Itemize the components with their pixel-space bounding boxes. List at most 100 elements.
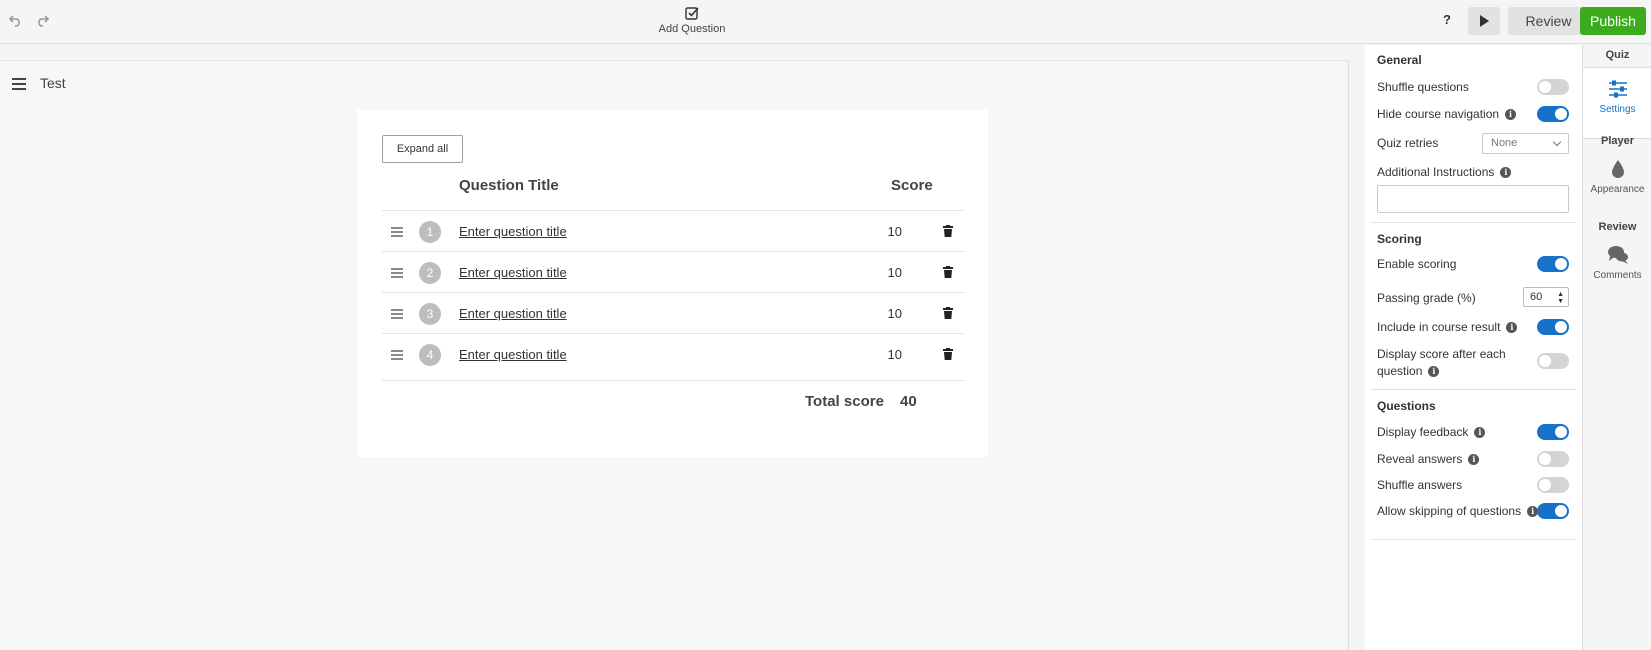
shuffle-answers-toggle[interactable]: [1537, 477, 1569, 493]
display-score-label-line1: Display score after each: [1377, 347, 1506, 361]
passing-grade-stepper[interactable]: 60 ▲ ▼: [1523, 287, 1569, 307]
drag-handle-icon[interactable]: [391, 309, 403, 319]
display-score-label-line2: question: [1377, 364, 1423, 378]
review-tab-heading: Review: [1598, 221, 1637, 233]
question-row: 3 Enter question title 10: [382, 292, 964, 334]
general-heading: General: [1377, 53, 1422, 67]
additional-instructions-row: Additional Instructions i: [1377, 165, 1512, 179]
question-number: 1: [419, 221, 441, 243]
publish-button[interactable]: Publish: [1580, 7, 1646, 35]
quiz-retries-label: Quiz retries: [1377, 136, 1439, 150]
stepper-down-icon[interactable]: ▼: [1557, 298, 1564, 305]
divider: [1371, 539, 1576, 540]
hide-navigation-toggle[interactable]: [1537, 106, 1569, 122]
hide-navigation-row: Hide course navigation i: [1377, 107, 1517, 121]
total-divider: [382, 380, 964, 381]
allow-skipping-label: Allow skipping of questions: [1377, 504, 1522, 518]
passing-grade-label: Passing grade (%): [1377, 291, 1476, 305]
include-result-toggle[interactable]: [1537, 319, 1569, 335]
review-button[interactable]: Review: [1508, 7, 1589, 35]
display-feedback-toggle[interactable]: [1537, 424, 1569, 440]
question-score: 10: [887, 347, 902, 362]
shuffle-questions-toggle[interactable]: [1537, 79, 1569, 95]
reveal-answers-row: Reveal answers i: [1377, 452, 1480, 466]
question-row: 4 Enter question title 10: [382, 333, 964, 375]
additional-instructions-input[interactable]: [1377, 185, 1569, 213]
trash-icon[interactable]: [943, 225, 953, 237]
sliders-icon: [1609, 80, 1627, 98]
reveal-answers-label: Reveal answers: [1377, 452, 1463, 466]
include-result-row: Include in course result i: [1377, 320, 1518, 334]
info-icon[interactable]: i: [1505, 109, 1517, 121]
divider: [1371, 389, 1576, 390]
drag-handle-icon[interactable]: [391, 227, 403, 237]
question-number: 2: [419, 262, 441, 284]
player-tab-heading: Player: [1600, 135, 1635, 147]
reveal-answers-toggle[interactable]: [1537, 451, 1569, 467]
info-icon[interactable]: i: [1500, 167, 1512, 179]
questions-heading: Questions: [1377, 399, 1436, 413]
shuffle-questions-label: Shuffle questions: [1377, 80, 1469, 94]
stepper-up-icon[interactable]: ▲: [1557, 291, 1564, 298]
appearance-tab-label: Appearance: [1590, 184, 1645, 195]
hamburger-icon[interactable]: [12, 78, 26, 90]
question-list-card: Expand all Question Title Score 1 Enter …: [357, 110, 988, 457]
add-question-label: Add Question: [658, 23, 726, 35]
drag-handle-icon[interactable]: [391, 350, 403, 360]
tab-appearance[interactable]: Appearance: [1583, 148, 1651, 218]
display-feedback-row: Display feedback i: [1377, 425, 1486, 439]
quiz-title: Test: [40, 75, 66, 91]
total-score-value: 40: [900, 393, 917, 410]
help-button[interactable]: ?: [1443, 12, 1451, 27]
question-title-link[interactable]: Enter question title: [459, 306, 567, 321]
additional-instructions-label: Additional Instructions: [1377, 165, 1495, 179]
question-title-link[interactable]: Enter question title: [459, 224, 567, 239]
checkbox-icon: [685, 7, 699, 20]
tab-comments[interactable]: Comments: [1583, 234, 1651, 304]
side-tab-bar: Quiz Settings Player Appearance Review C…: [1582, 45, 1651, 650]
trash-icon[interactable]: [943, 307, 953, 319]
score-header: Score: [891, 177, 933, 194]
allow-skipping-row: Allow skipping of questions i: [1377, 504, 1539, 518]
droplet-icon: [1612, 160, 1624, 178]
quiz-retries-select[interactable]: None: [1482, 133, 1569, 154]
scoring-heading: Scoring: [1377, 232, 1422, 246]
expand-all-button[interactable]: Expand all: [382, 135, 463, 163]
shuffle-answers-label: Shuffle answers: [1377, 478, 1463, 492]
preview-play-button[interactable]: [1468, 7, 1500, 35]
top-toolbar: Add Question ? Review Publish: [0, 0, 1651, 44]
allow-skipping-toggle[interactable]: [1537, 503, 1569, 519]
hide-navigation-label: Hide course navigation: [1377, 107, 1500, 121]
passing-grade-value: 60: [1530, 291, 1543, 303]
info-icon[interactable]: i: [1428, 366, 1440, 378]
tab-settings[interactable]: Settings: [1583, 68, 1651, 138]
play-icon: [1480, 15, 1489, 27]
chat-bubbles-icon: [1608, 246, 1628, 264]
question-score: 10: [887, 265, 902, 280]
include-result-label: Include in course result: [1377, 320, 1501, 334]
enable-scoring-label: Enable scoring: [1377, 257, 1457, 271]
question-title-link[interactable]: Enter question title: [459, 265, 567, 280]
settings-panel: General Shuffle questions Hide course na…: [1365, 45, 1582, 650]
trash-icon[interactable]: [943, 266, 953, 278]
redo-icon[interactable]: [34, 13, 50, 29]
info-icon[interactable]: i: [1474, 427, 1486, 439]
chevron-down-icon: [1552, 137, 1562, 147]
quiz-canvas: Test Expand all Question Title Score 1 E…: [0, 60, 1349, 650]
comments-tab-label: Comments: [1593, 270, 1642, 281]
display-score-toggle[interactable]: [1537, 353, 1569, 369]
enable-scoring-toggle[interactable]: [1537, 256, 1569, 272]
undo-icon[interactable]: [8, 13, 24, 29]
quiz-retries-value: None: [1491, 137, 1518, 149]
display-feedback-label: Display feedback: [1377, 425, 1469, 439]
drag-handle-icon[interactable]: [391, 268, 403, 278]
info-icon[interactable]: i: [1506, 322, 1518, 334]
info-icon[interactable]: i: [1468, 454, 1480, 466]
trash-icon[interactable]: [943, 348, 953, 360]
question-number: 4: [419, 344, 441, 366]
settings-tab-label: Settings: [1599, 104, 1636, 115]
question-row: 1 Enter question title 10: [382, 210, 964, 252]
total-score-label: Total score: [805, 393, 884, 410]
question-title-link[interactable]: Enter question title: [459, 347, 567, 362]
add-question-button[interactable]: Add Question: [656, 6, 728, 35]
